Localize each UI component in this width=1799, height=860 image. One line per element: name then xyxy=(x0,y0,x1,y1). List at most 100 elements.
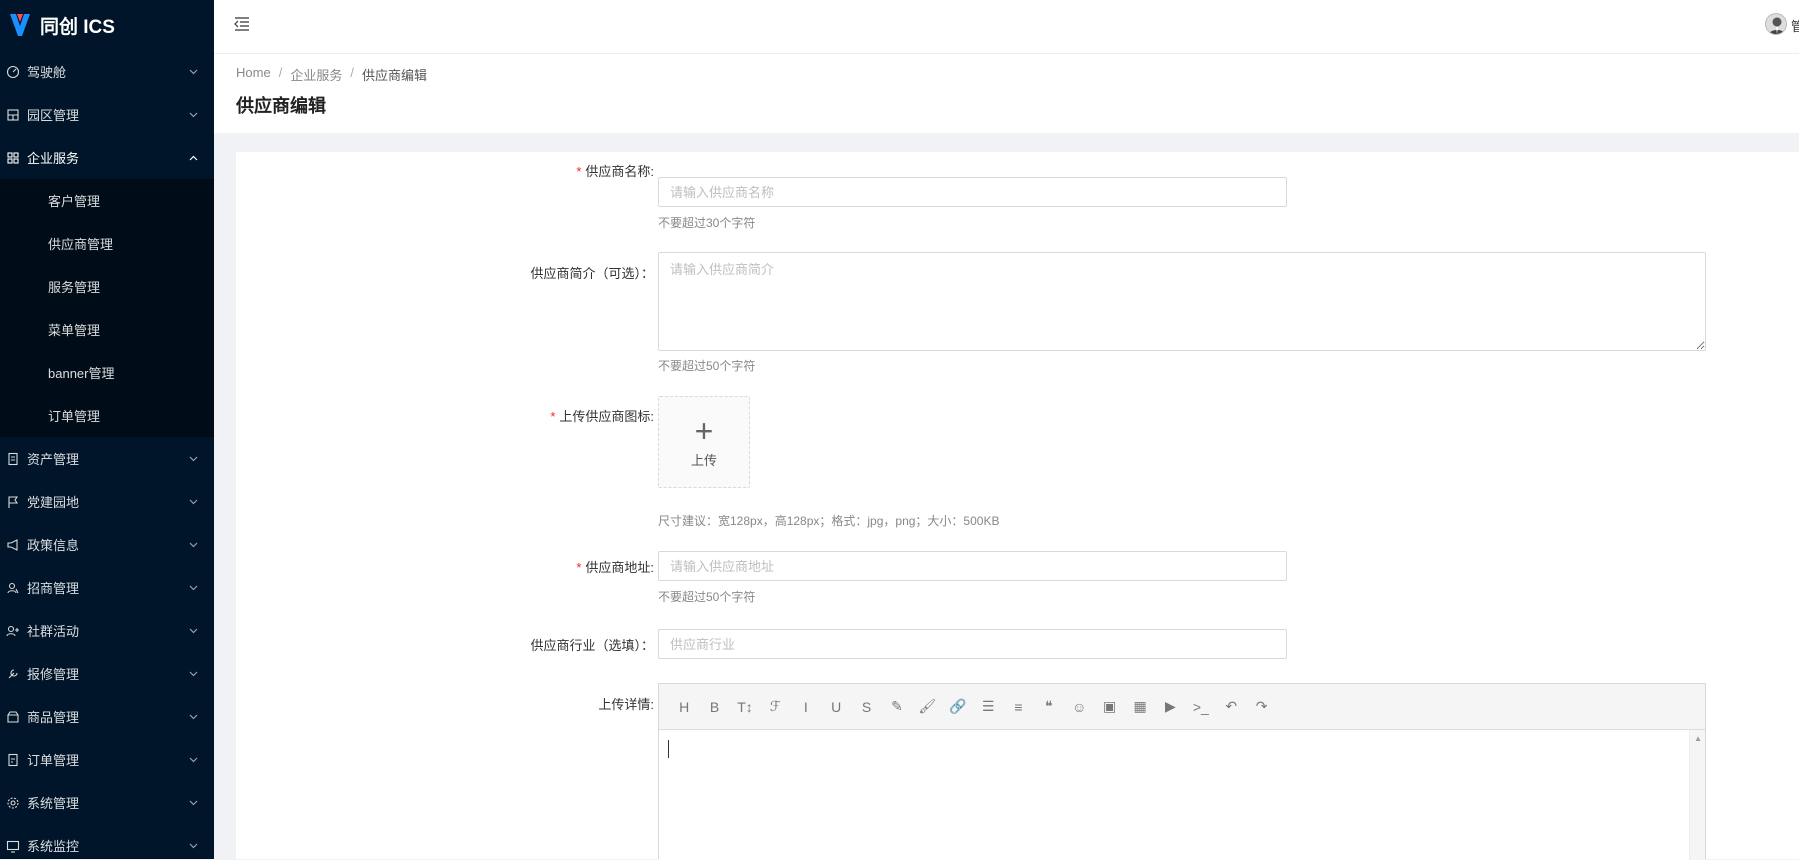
sidebar-item[interactable]: 系统监控 xyxy=(0,824,214,859)
align-icon[interactable]: ≡ xyxy=(1003,693,1033,721)
submenu-item[interactable]: banner管理 xyxy=(0,351,214,394)
supplier-address-input[interactable] xyxy=(658,551,1287,581)
code-icon[interactable]: >_ xyxy=(1186,693,1216,721)
sidebar-item[interactable]: 园区管理 xyxy=(0,93,214,136)
supplier-name-input[interactable] xyxy=(658,177,1287,207)
required-mark: * xyxy=(576,560,582,575)
submenu-item[interactable]: 供应商管理 xyxy=(0,222,214,265)
undo-icon[interactable]: ↶ xyxy=(1216,693,1246,721)
link-icon[interactable]: 🔗 xyxy=(943,693,973,721)
sidebar-item-label: 企业服务 xyxy=(27,151,80,166)
icon-upload-button[interactable]: + 上传 xyxy=(658,396,750,488)
user-name[interactable]: 管 xyxy=(1791,16,1799,35)
menu-fold-icon[interactable] xyxy=(234,16,250,32)
emoji-icon[interactable]: ☺ xyxy=(1064,693,1094,721)
chevron-down-icon xyxy=(188,110,198,120)
sidebar-item[interactable]: 驾驶舱 xyxy=(0,50,214,93)
heading-icon[interactable]: H xyxy=(669,693,699,721)
sidebar-item-label: 招商管理 xyxy=(27,581,80,596)
chevron-down-icon xyxy=(188,755,198,765)
sidebar-item-label: 订单管理 xyxy=(27,753,80,768)
editor-scrollbar[interactable]: ▲ xyxy=(1689,730,1705,860)
sidebar-item[interactable]: 党建园地 xyxy=(0,480,214,523)
chevron-down-icon xyxy=(188,583,198,593)
sidebar-item[interactable]: 订单管理 xyxy=(0,738,214,781)
sidebar-item-label: 社群活动 xyxy=(27,624,80,639)
text-caret xyxy=(668,740,669,758)
supplier-address-hint: 不要超过50个字符 xyxy=(658,590,756,604)
chevron-down-icon xyxy=(188,841,198,851)
sidebar-item[interactable]: 资产管理 xyxy=(0,437,214,480)
chevron-down-icon xyxy=(188,454,198,464)
user-avatar-icon xyxy=(1768,17,1786,34)
sidebar-item-label: 党建园地 xyxy=(27,495,80,510)
order-icon xyxy=(6,753,20,767)
wrench-icon xyxy=(6,667,20,681)
dashboard-icon xyxy=(6,65,20,79)
page-header: Home / 企业服务 / 供应商编辑 供应商编辑 xyxy=(214,54,1799,133)
sidebar-item-label: 报修管理 xyxy=(27,667,80,682)
avatar[interactable] xyxy=(1765,13,1787,35)
scroll-up-icon[interactable]: ▲ xyxy=(1694,734,1702,743)
list-icon[interactable]: ☰ xyxy=(973,693,1003,721)
bold-icon[interactable]: B xyxy=(699,693,729,721)
form-card: *供应商名称: 不要超过30个字符 供应商简介（可选）： 不要超过50个字符 *… xyxy=(236,152,1799,860)
required-mark: * xyxy=(550,409,556,424)
image-icon[interactable]: ▣ xyxy=(1094,693,1124,721)
logo-icon xyxy=(10,14,30,36)
breadcrumb-home[interactable]: Home xyxy=(236,65,271,84)
chevron-down-icon xyxy=(188,712,198,722)
submenu-item[interactable]: 订单管理 xyxy=(0,394,214,437)
supplier-intro-textarea[interactable] xyxy=(658,252,1706,351)
sidebar-item[interactable]: 政策信息 xyxy=(0,523,214,566)
sidebar-item-label: 商品管理 xyxy=(27,710,80,725)
breadcrumb-parent[interactable]: 企业服务 xyxy=(290,65,342,84)
sidebar-item[interactable]: 报修管理 xyxy=(0,652,214,695)
table-icon[interactable]: ▦ xyxy=(1125,693,1155,721)
sidebar-item[interactable]: 招商管理 xyxy=(0,566,214,609)
required-mark: * xyxy=(576,164,582,179)
supplier-industry-input[interactable] xyxy=(658,629,1287,659)
megaphone-icon xyxy=(6,538,20,552)
breadcrumb-separator: / xyxy=(278,65,283,80)
sidebar-item[interactable]: 系统管理 xyxy=(0,781,214,824)
sidebar-item[interactable]: 企业服务 xyxy=(0,136,214,179)
submenu-item[interactable]: 客户管理 xyxy=(0,179,214,222)
chevron-down-icon xyxy=(188,497,198,507)
chevron-down-icon xyxy=(188,540,198,550)
sidebar-item[interactable]: 商品管理 xyxy=(0,695,214,738)
logo[interactable]: 同创 ICS xyxy=(0,0,214,50)
submenu-item[interactable]: 服务管理 xyxy=(0,265,214,308)
supplier-icon-label: * 上传供应商图标: xyxy=(550,409,654,424)
supplier-name-hint: 不要超过30个字符 xyxy=(658,216,756,230)
font-size-icon[interactable]: T↕ xyxy=(730,693,760,721)
gear-icon xyxy=(6,796,20,810)
video-icon[interactable]: ▶ xyxy=(1155,693,1185,721)
flag-icon xyxy=(6,495,20,509)
redo-icon[interactable]: ↷ xyxy=(1246,693,1276,721)
plus-icon: + xyxy=(694,412,714,449)
editor-toolbar: H B T↕ ℱ I U S ✎ 🖌 🔗 ☰ ≡ ❝ ☺ ▣ ▦ ▶ >_ ↶ ↷ xyxy=(659,684,1705,730)
chevron-down-icon xyxy=(188,798,198,808)
editor-content-area[interactable]: ▲ xyxy=(659,730,1705,860)
chevron-down-icon xyxy=(188,67,198,77)
breadcrumb-current: 供应商编辑 xyxy=(361,68,427,83)
italic-icon[interactable]: I xyxy=(791,693,821,721)
supplier-name-label: * 供应商名称: xyxy=(576,164,654,179)
strikethrough-icon[interactable]: S xyxy=(851,693,881,721)
submenu-item[interactable]: 菜单管理 xyxy=(0,308,214,351)
quote-icon[interactable]: ❝ xyxy=(1034,693,1064,721)
monitor-icon xyxy=(6,839,20,853)
underline-icon[interactable]: U xyxy=(821,693,851,721)
sidebar-menu: 驾驶舱 园区管理 企业服务 客户管理 供应商管理 服务管理 菜单管理 banner管理 订单管理… xyxy=(0,50,214,859)
sidebar-item[interactable]: 社群活动 xyxy=(0,609,214,652)
sidebar-item-label: 驾驶舱 xyxy=(27,65,67,80)
supplier-icon-hint: 尺寸建议：宽128px，高128px；格式：jpg，png；大小：500KB xyxy=(658,514,1000,528)
rich-text-editor: H B T↕ ℱ I U S ✎ 🖌 🔗 ☰ ≡ ❝ ☺ ▣ ▦ ▶ >_ ↶ ↷ ▲ xyxy=(658,683,1706,860)
sidebar: 同创 ICS 驾驶舱园区管理企业服务客户管理 供应商管理 服务管理 菜单管理 banne… xyxy=(0,0,214,859)
detail-label: 上传详情: xyxy=(598,697,654,712)
upload-label: 上传 xyxy=(690,452,717,468)
font-family-icon[interactable]: ℱ xyxy=(760,693,790,721)
text-color-icon[interactable]: ✎ xyxy=(882,693,912,721)
background-color-icon[interactable]: 🖌 xyxy=(912,693,942,721)
